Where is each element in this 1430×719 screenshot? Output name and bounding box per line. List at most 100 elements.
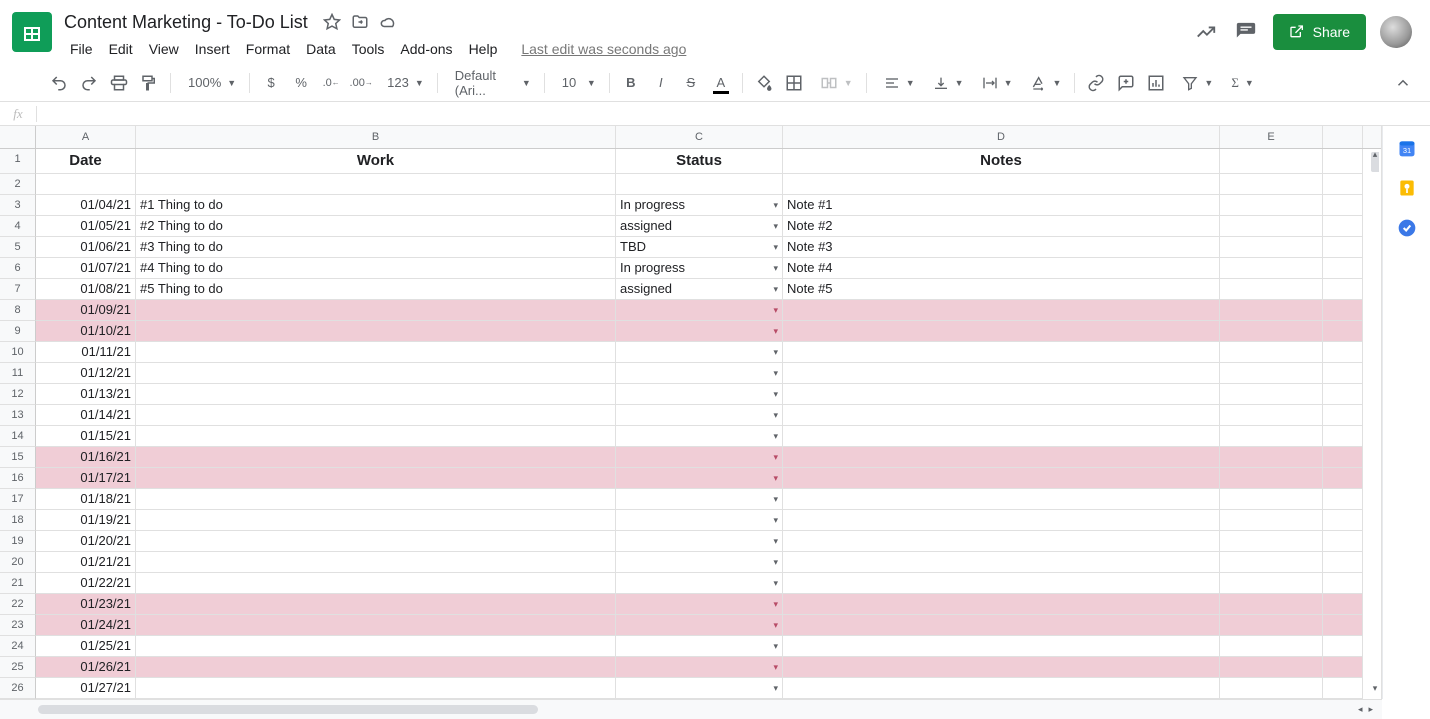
cell[interactable]	[783, 489, 1220, 510]
scroll-up-button[interactable]: ▴	[1369, 149, 1381, 165]
cell[interactable]	[1323, 149, 1363, 174]
sheets-logo-icon[interactable]	[12, 12, 52, 52]
cell[interactable]	[1323, 405, 1363, 426]
cell[interactable]	[1323, 489, 1363, 510]
cell[interactable]: 01/24/21	[36, 615, 136, 636]
cell[interactable]: Work	[136, 149, 616, 174]
print-button[interactable]	[106, 70, 132, 96]
cell[interactable]	[136, 552, 616, 573]
menu-tools[interactable]: Tools	[344, 37, 393, 61]
row-header[interactable]: 1	[0, 149, 36, 174]
row-header[interactable]: 18	[0, 510, 36, 531]
insert-chart-button[interactable]	[1143, 70, 1169, 96]
tasks-icon[interactable]	[1397, 218, 1417, 238]
cell[interactable]	[1323, 531, 1363, 552]
cell[interactable]	[783, 321, 1220, 342]
status-dropdown-cell[interactable]	[616, 657, 783, 678]
cell[interactable]	[136, 342, 616, 363]
row-header[interactable]: 16	[0, 468, 36, 489]
status-dropdown-cell[interactable]	[616, 384, 783, 405]
cell[interactable]: Note #3	[783, 237, 1220, 258]
status-dropdown-cell[interactable]	[616, 300, 783, 321]
cell[interactable]: Note #1	[783, 195, 1220, 216]
insert-link-button[interactable]	[1083, 70, 1109, 96]
status-dropdown-cell[interactable]: In progress	[616, 195, 783, 216]
col-header-D[interactable]: D	[783, 126, 1220, 148]
menu-insert[interactable]: Insert	[187, 37, 238, 61]
cell[interactable]	[783, 363, 1220, 384]
horizontal-scroll-thumb[interactable]	[38, 705, 538, 714]
increase-decimal-button[interactable]: .00→	[348, 70, 374, 96]
document-title[interactable]: Content Marketing - To-Do List	[62, 10, 314, 35]
status-dropdown-cell[interactable]	[616, 636, 783, 657]
col-header-extra[interactable]	[1323, 126, 1363, 148]
cell[interactable]	[783, 678, 1220, 699]
collapse-toolbar-button[interactable]	[1390, 70, 1416, 96]
cell[interactable]	[1220, 552, 1323, 573]
cell[interactable]	[36, 174, 136, 195]
cell[interactable]	[1323, 468, 1363, 489]
cell[interactable]	[1220, 174, 1323, 195]
row-header[interactable]: 24	[0, 636, 36, 657]
cell[interactable]	[1220, 384, 1323, 405]
row-header[interactable]: 10	[0, 342, 36, 363]
cell[interactable]	[1323, 510, 1363, 531]
decrease-decimal-button[interactable]: .0←	[318, 70, 344, 96]
cell[interactable]	[1220, 615, 1323, 636]
cell[interactable]	[136, 363, 616, 384]
cell[interactable]	[1323, 342, 1363, 363]
menu-addons[interactable]: Add-ons	[392, 37, 460, 61]
cell[interactable]	[1220, 279, 1323, 300]
cell[interactable]: Notes	[783, 149, 1220, 174]
cell[interactable]: 01/25/21	[36, 636, 136, 657]
cell[interactable]	[136, 636, 616, 657]
cell[interactable]	[1220, 531, 1323, 552]
menu-data[interactable]: Data	[298, 37, 344, 61]
status-dropdown-cell[interactable]	[616, 510, 783, 531]
cell[interactable]	[1220, 678, 1323, 699]
cell[interactable]	[136, 489, 616, 510]
row-header[interactable]: 21	[0, 573, 36, 594]
cell[interactable]	[1323, 678, 1363, 699]
cell[interactable]	[136, 174, 616, 195]
cell[interactable]	[1220, 195, 1323, 216]
cell[interactable]	[136, 531, 616, 552]
share-button[interactable]: Share	[1273, 14, 1366, 50]
cell[interactable]	[1323, 384, 1363, 405]
row-header[interactable]: 22	[0, 594, 36, 615]
col-header-C[interactable]: C	[616, 126, 783, 148]
row-header[interactable]: 6	[0, 258, 36, 279]
cell[interactable]: 01/13/21	[36, 384, 136, 405]
cell[interactable]: 01/19/21	[36, 510, 136, 531]
cell[interactable]	[1220, 405, 1323, 426]
cell[interactable]	[1323, 615, 1363, 636]
cell[interactable]: #4 Thing to do	[136, 258, 616, 279]
cell[interactable]: Note #5	[783, 279, 1220, 300]
cell[interactable]	[783, 342, 1220, 363]
status-dropdown-cell[interactable]	[616, 615, 783, 636]
cell[interactable]	[136, 426, 616, 447]
account-avatar[interactable]	[1380, 16, 1412, 48]
cell[interactable]	[1220, 342, 1323, 363]
cell[interactable]	[1323, 195, 1363, 216]
borders-button[interactable]	[781, 70, 807, 96]
calendar-icon[interactable]: 31	[1397, 138, 1417, 158]
row-header[interactable]: 3	[0, 195, 36, 216]
cell[interactable]: 01/22/21	[36, 573, 136, 594]
move-to-folder-icon[interactable]	[350, 12, 370, 32]
cell[interactable]	[1323, 552, 1363, 573]
menu-view[interactable]: View	[141, 37, 187, 61]
cell[interactable]	[783, 636, 1220, 657]
status-dropdown-cell[interactable]: assigned	[616, 216, 783, 237]
cell[interactable]	[1323, 237, 1363, 258]
cell[interactable]	[1220, 149, 1323, 174]
status-dropdown-cell[interactable]	[616, 573, 783, 594]
status-dropdown-cell[interactable]: TBD	[616, 237, 783, 258]
status-dropdown-cell[interactable]	[616, 321, 783, 342]
font-size-dropdown[interactable]: 10▼	[553, 70, 601, 96]
strikethrough-button[interactable]: S	[678, 70, 704, 96]
format-currency-button[interactable]: $	[258, 70, 284, 96]
menu-file[interactable]: File	[62, 37, 101, 61]
col-header-E[interactable]: E	[1220, 126, 1323, 148]
cell[interactable]	[783, 174, 1220, 195]
